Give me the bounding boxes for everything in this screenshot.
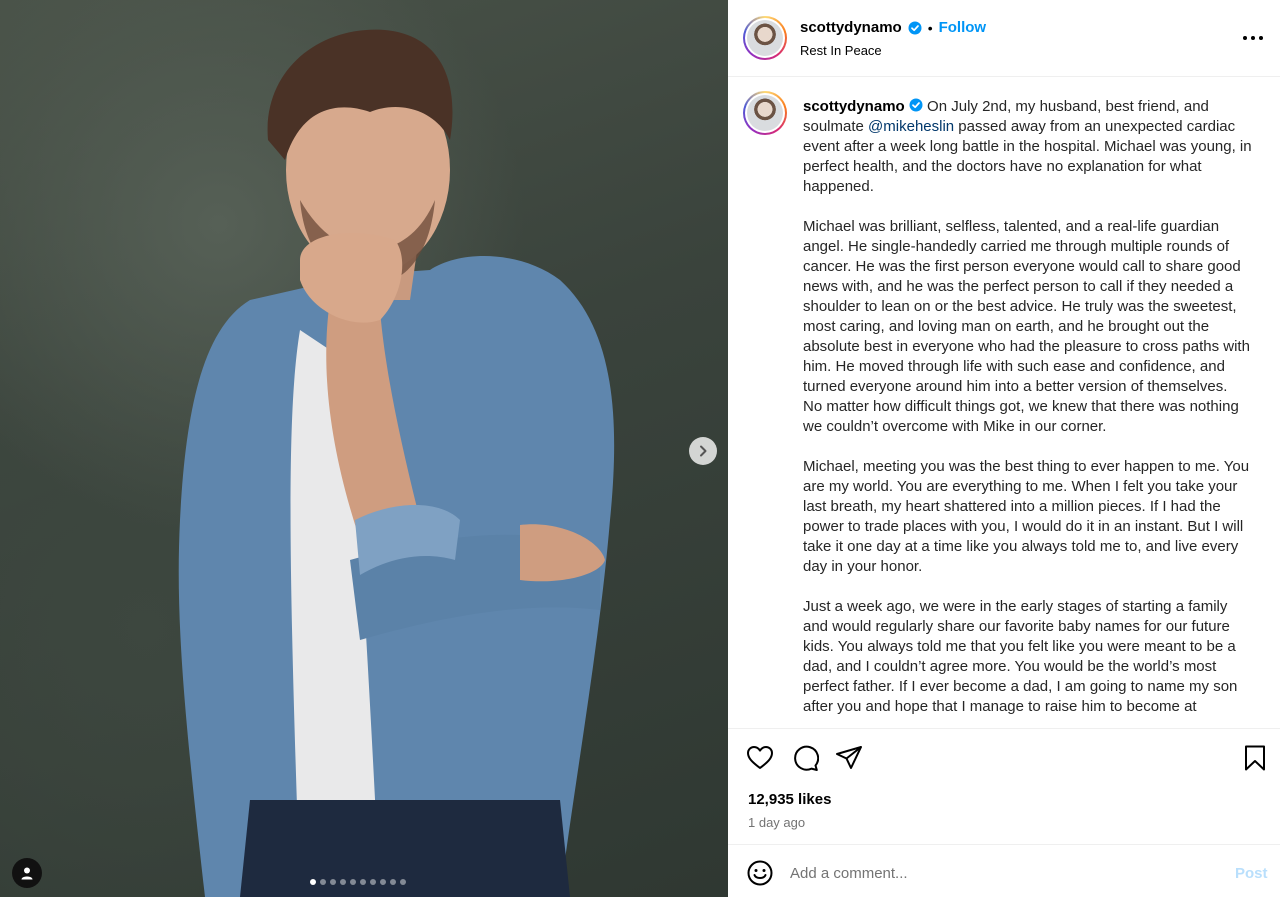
separator-dot: • xyxy=(927,19,933,36)
verified-badge-icon xyxy=(909,98,923,112)
carousel-dot xyxy=(380,879,386,885)
carousel-dot xyxy=(310,879,316,885)
like-count[interactable]: 12,935 likes xyxy=(748,791,831,808)
share-icon[interactable] xyxy=(835,744,863,772)
chevron-right-icon xyxy=(700,445,707,457)
carousel-dot xyxy=(390,879,396,885)
caption-username[interactable]: scottydynamo xyxy=(803,98,905,115)
carousel-dot xyxy=(350,879,356,885)
carousel-indicator xyxy=(310,879,406,885)
more-options-icon[interactable] xyxy=(1240,26,1266,50)
caption-scroll-area[interactable]: scottydynamo On July 2nd, my husband, be… xyxy=(728,78,1280,728)
user-icon xyxy=(21,867,33,880)
carousel-dot xyxy=(340,879,346,885)
carousel-dot xyxy=(400,879,406,885)
carousel-dot xyxy=(360,879,366,885)
post-details-panel: scottydynamo • Follow Rest In Peace scot… xyxy=(728,0,1280,897)
carousel-dot xyxy=(330,879,336,885)
post-comment-button[interactable]: Post xyxy=(1235,865,1268,882)
caption-avatar[interactable] xyxy=(743,91,787,135)
mention-link[interactable]: @mikeheslin xyxy=(868,118,954,135)
bookmark-icon[interactable] xyxy=(1241,744,1269,772)
verified-badge-icon xyxy=(908,21,922,34)
heart-icon[interactable] xyxy=(746,744,774,772)
post-media[interactable] xyxy=(0,0,728,897)
comment-composer: Post xyxy=(728,844,1280,897)
emoji-icon[interactable] xyxy=(747,860,773,886)
post-photo xyxy=(178,29,615,897)
comment-input[interactable] xyxy=(790,859,1210,887)
post-header: scottydynamo • Follow Rest In Peace xyxy=(728,0,1280,77)
post-timestamp[interactable]: 1 day ago xyxy=(748,815,805,830)
post-actions: 12,935 likes 1 day ago xyxy=(728,728,1280,844)
post-location[interactable]: Rest In Peace xyxy=(800,43,882,58)
comment-icon[interactable] xyxy=(791,744,819,772)
avatar[interactable] xyxy=(743,16,787,60)
tagged-users-button[interactable] xyxy=(12,858,42,888)
post-caption: scottydynamo On July 2nd, my husband, be… xyxy=(803,97,1255,717)
next-slide-button[interactable] xyxy=(689,437,717,465)
follow-button[interactable]: Follow xyxy=(939,19,987,36)
caption-text-rest: passed away from an unexpected cardiac e… xyxy=(803,118,1252,715)
author-username[interactable]: scottydynamo xyxy=(800,19,902,36)
carousel-dot xyxy=(320,879,326,885)
carousel-dot xyxy=(370,879,376,885)
